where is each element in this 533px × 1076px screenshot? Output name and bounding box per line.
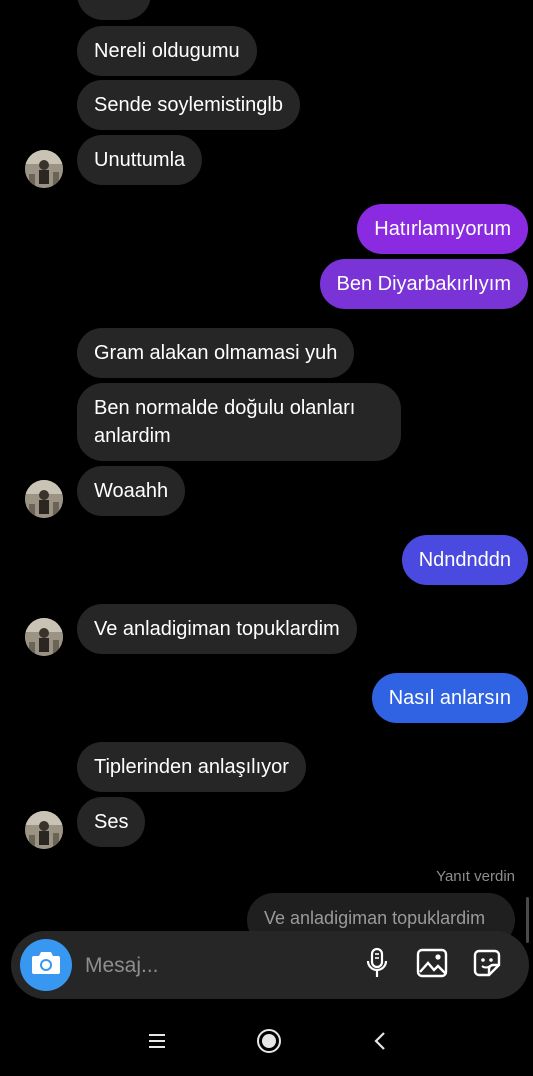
message-input[interactable] <box>83 945 337 987</box>
reply-indicator-bar <box>526 897 529 943</box>
sender-avatar[interactable] <box>25 150 63 188</box>
camera-icon <box>31 950 61 981</box>
nav-back-button[interactable] <box>364 1027 396 1059</box>
menu-icon <box>147 1032 167 1055</box>
message-bubble-outgoing[interactable]: Ndndnddn <box>401 535 528 585</box>
message-bubble-incoming[interactable]: Sende soylemistinglb <box>77 80 300 130</box>
camera-button[interactable] <box>20 939 72 991</box>
message-bubble-incoming[interactable]: Ve anladigiman topuklardim <box>77 604 357 654</box>
gallery-button[interactable] <box>415 948 449 982</box>
message-bubble-incoming[interactable]: Gram alakan olmamasi yuh <box>77 328 355 378</box>
system-navigation-bar <box>0 1010 533 1076</box>
nav-home-button[interactable] <box>253 1027 285 1059</box>
message-bubble-partial <box>77 0 151 20</box>
sender-avatar[interactable] <box>25 480 63 518</box>
message-bubble-incoming[interactable]: Woaahh <box>77 466 186 516</box>
message-bubble-outgoing[interactable]: Hatırlamıyorum <box>357 204 528 254</box>
reply-meta-label: Yanıt verdin <box>436 868 515 885</box>
microphone-icon <box>365 947 389 984</box>
message-bubble-incoming[interactable]: Unuttumla <box>77 135 203 185</box>
back-icon <box>372 1031 388 1056</box>
microphone-button[interactable] <box>360 947 394 984</box>
message-composer <box>11 931 529 999</box>
gallery-icon <box>416 948 448 983</box>
message-bubble-incoming[interactable]: Ben normalde doğulu olanları anlardim <box>77 383 401 461</box>
home-icon <box>256 1028 282 1059</box>
message-bubble-outgoing[interactable]: Ben Diyarbakırlıyım <box>319 259 528 309</box>
sender-avatar[interactable] <box>25 811 63 849</box>
sticker-icon <box>471 947 503 984</box>
message-bubble-incoming[interactable]: Tiplerinden anlaşılıyor <box>77 742 306 792</box>
message-bubble-incoming[interactable]: Nereli oldugumu <box>77 26 257 76</box>
nav-menu-button[interactable] <box>141 1027 173 1059</box>
message-bubble-outgoing[interactable]: Nasıl anlarsın <box>371 673 528 723</box>
sender-avatar[interactable] <box>25 618 63 656</box>
sticker-button[interactable] <box>470 948 504 982</box>
message-bubble-incoming[interactable]: Ses <box>77 797 146 847</box>
